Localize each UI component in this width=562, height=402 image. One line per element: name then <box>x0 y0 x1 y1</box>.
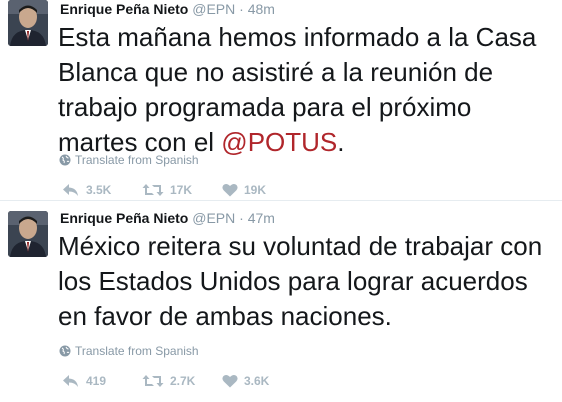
retweet-count: 2.7K <box>170 374 196 388</box>
author-handle[interactable]: @EPN <box>192 1 235 17</box>
avatar[interactable] <box>8 211 48 257</box>
author-name[interactable]: Enrique Peña Nieto <box>60 1 188 17</box>
author-handle[interactable]: @EPN <box>192 210 235 226</box>
retweet-button[interactable]: 2.7K <box>142 374 222 388</box>
like-count: 3.6K <box>244 374 270 388</box>
tweet-text-body: México reitera su voluntad de trabajar c… <box>58 231 543 331</box>
timestamp[interactable]: 48m <box>248 1 275 17</box>
translate-link[interactable]: Translate from Spanish <box>59 344 199 358</box>
translate-label: Translate from Spanish <box>75 344 199 358</box>
tweet-text: Esta mañana hemos informado a la Casa Bl… <box>58 20 558 160</box>
reply-icon <box>62 374 80 388</box>
like-button[interactable]: 3.6K <box>222 374 302 388</box>
retweet-button[interactable]: 17K <box>142 183 222 197</box>
reply-count: 419 <box>86 374 107 388</box>
reply-button[interactable]: 3.5K <box>62 183 142 197</box>
tweet-header: Enrique Peña Nieto @EPN · 48m <box>60 0 275 18</box>
translate-link[interactable]: Translate from Spanish <box>59 153 199 167</box>
timestamp[interactable]: 47m <box>248 210 275 226</box>
tweet-header: Enrique Peña Nieto @EPN · 47m <box>60 209 275 227</box>
translate-label: Translate from Spanish <box>75 153 199 167</box>
reply-count: 3.5K <box>86 183 112 197</box>
tweet-actions: 3.5K 17K 19K <box>62 183 302 197</box>
reply-icon <box>62 183 80 197</box>
tweet[interactable]: Enrique Peña Nieto @EPN · 48m Esta mañan… <box>0 0 562 200</box>
heart-icon <box>222 183 238 197</box>
tweet[interactable]: Enrique Peña Nieto @EPN · 47m México rei… <box>0 200 562 402</box>
tweet-text-end: . <box>337 127 345 157</box>
tweet-actions: 419 2.7K 3.6K <box>62 374 302 388</box>
retweet-count: 17K <box>170 183 193 197</box>
like-button[interactable]: 19K <box>222 183 302 197</box>
tweet-text: México reitera su voluntad de trabajar c… <box>58 229 558 334</box>
author-name[interactable]: Enrique Peña Nieto <box>60 210 188 226</box>
avatar[interactable] <box>8 0 48 46</box>
heart-icon <box>222 374 238 388</box>
retweet-icon <box>142 183 164 197</box>
globe-icon <box>59 154 71 166</box>
retweet-icon <box>142 374 164 388</box>
globe-icon <box>59 345 71 357</box>
separator: · <box>239 1 244 17</box>
separator: · <box>239 210 244 226</box>
reply-button[interactable]: 419 <box>62 374 142 388</box>
timeline: Enrique Peña Nieto @EPN · 48m Esta mañan… <box>0 0 562 402</box>
mention-link[interactable]: @POTUS <box>221 127 337 157</box>
like-count: 19K <box>244 183 267 197</box>
